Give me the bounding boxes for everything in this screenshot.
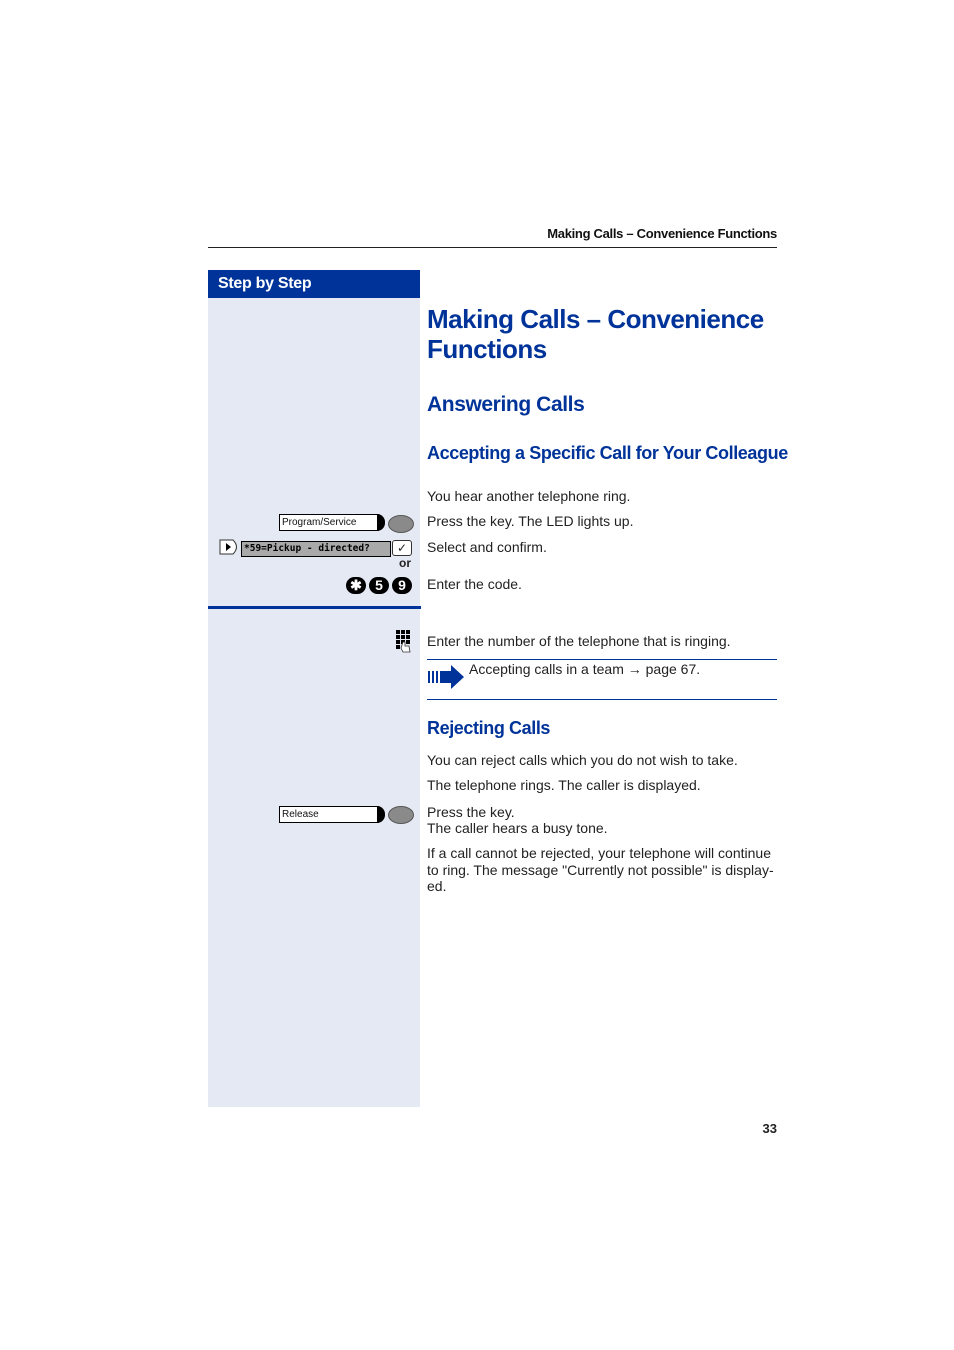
note-rule-top bbox=[427, 659, 777, 660]
sidebar-title: Step by Step bbox=[208, 270, 420, 298]
arrow-note-icon bbox=[427, 664, 465, 695]
page-title: Making Calls – Convenience Functions bbox=[427, 304, 764, 364]
step-text: Select and confirm. bbox=[427, 539, 547, 555]
program-service-key[interactable]: Program/Service bbox=[279, 514, 379, 531]
note-rule-bottom bbox=[427, 699, 777, 700]
step-text: The caller hears a busy tone. bbox=[427, 820, 608, 836]
sidebar-divider bbox=[208, 606, 421, 609]
digit-5-key-icon[interactable]: 5 bbox=[369, 577, 389, 594]
confirm-check-icon[interactable]: ✓ bbox=[392, 540, 412, 556]
step-by-step-sidebar bbox=[208, 270, 420, 1107]
step-text: If a call cannot be rejected, your telep… bbox=[427, 845, 774, 894]
step-text: Enter the number of the telephone that i… bbox=[427, 633, 731, 649]
step-text: Press the key. bbox=[427, 804, 515, 820]
release-key[interactable]: Release bbox=[279, 806, 379, 823]
section-heading-answering: Answering Calls bbox=[427, 393, 585, 416]
scroll-arrow-icon[interactable] bbox=[219, 539, 241, 560]
star-key-icon[interactable]: ✱ bbox=[346, 577, 366, 594]
subsection-heading-accepting: Accepting a Specific Call for Your Colle… bbox=[427, 443, 788, 463]
page-number: 33 bbox=[762, 1121, 777, 1136]
keypad-icon bbox=[395, 629, 413, 658]
led-icon bbox=[388, 515, 414, 533]
led-icon bbox=[388, 806, 414, 824]
header-rule bbox=[208, 247, 777, 248]
display-line[interactable]: *59=Pickup - directed? bbox=[241, 541, 391, 557]
step-text: The telephone rings. The caller is displ… bbox=[427, 777, 701, 793]
step-text: You hear another telephone ring. bbox=[427, 488, 631, 504]
step-text: You can reject calls which you do not wi… bbox=[427, 752, 738, 768]
subsection-heading-rejecting: Rejecting Calls bbox=[427, 718, 551, 738]
or-label: or bbox=[399, 556, 411, 570]
step-text: Enter the code. bbox=[427, 576, 522, 592]
step-text: Press the key. The LED lights up. bbox=[427, 513, 634, 529]
note-text[interactable]: Accepting calls in a team → page 67. bbox=[469, 661, 769, 678]
digit-9-key-icon[interactable]: 9 bbox=[392, 577, 412, 594]
running-head: Making Calls – Convenience Functions bbox=[547, 226, 777, 241]
